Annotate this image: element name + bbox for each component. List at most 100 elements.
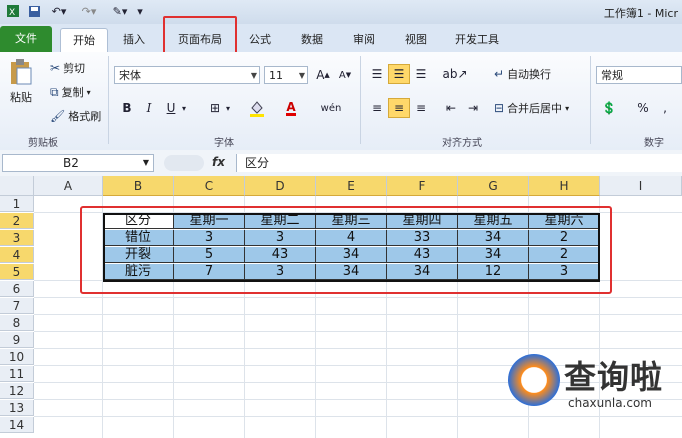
row-header[interactable]: 6 [0, 281, 34, 297]
select-all-corner[interactable] [0, 176, 34, 196]
tab-insert[interactable]: 插入 [112, 28, 156, 52]
font-name-select[interactable]: 宋体 ▼ [114, 66, 260, 84]
percent-button[interactable]: % [632, 98, 654, 118]
align-middle-icon[interactable]: ☰ [388, 64, 410, 84]
merge-center-button[interactable]: ⊟ 合并后居中 ▾ [494, 100, 569, 116]
table-cell[interactable]: 12 [458, 264, 529, 280]
grow-font-icon[interactable]: A ▲ [312, 65, 334, 85]
table-cell[interactable]: 2 [529, 247, 600, 263]
name-box[interactable]: B2 ▼ [2, 154, 154, 172]
underline-dropdown-icon[interactable]: ▾ [178, 98, 190, 118]
orientation-icon[interactable]: ab↗ [442, 64, 467, 84]
format-tool-icon[interactable]: ✎▾ [110, 3, 130, 19]
align-top-icon[interactable]: ☰ [366, 64, 388, 84]
table-cell[interactable]: 5 [174, 247, 245, 263]
table-header-cell[interactable]: 星期一 [174, 213, 245, 229]
column-header[interactable]: C [174, 176, 245, 196]
shrink-font-icon[interactable]: A ▼ [334, 65, 356, 85]
paste-button[interactable]: 粘贴 [8, 58, 34, 105]
table-header-cell[interactable]: 星期二 [245, 213, 316, 229]
table-cell[interactable]: 2 [529, 230, 600, 246]
currency-icon[interactable]: 💲 [598, 98, 620, 118]
window-title: 工作簿1 - Micr [603, 7, 678, 20]
row-header[interactable]: 10 [0, 349, 34, 365]
column-header[interactable]: G [458, 176, 529, 196]
undo-icon[interactable]: ↶▾ [48, 3, 70, 19]
table-cell[interactable]: 34 [316, 264, 387, 280]
save-icon[interactable] [26, 3, 42, 19]
table-header-cell[interactable]: 星期三 [316, 213, 387, 229]
align-center-icon[interactable]: ≡ [388, 98, 410, 118]
cut-button[interactable]: ✂ 剪切 [50, 60, 85, 76]
wrap-text-button[interactable]: ↵ 自动换行 [494, 66, 551, 82]
column-header[interactable]: H [529, 176, 600, 196]
font-color-icon[interactable]: A [280, 98, 302, 118]
tab-file[interactable]: 文件 [0, 26, 52, 52]
tab-developer[interactable]: 开发工具 [446, 28, 508, 52]
table-cell[interactable]: 34 [316, 247, 387, 263]
tab-data[interactable]: 数据 [290, 28, 334, 52]
table-cell[interactable]: 34 [458, 247, 529, 263]
font-size-select[interactable]: 11 ▼ [264, 66, 308, 84]
comma-button[interactable]: , [654, 98, 676, 118]
formula-input[interactable]: 区分 [236, 154, 682, 172]
column-header[interactable]: D [245, 176, 316, 196]
italic-button[interactable]: I [138, 98, 160, 118]
row-header[interactable]: 12 [0, 383, 34, 399]
row-header[interactable]: 11 [0, 366, 34, 382]
insert-function-button[interactable]: fx [212, 155, 225, 169]
tab-formulas[interactable]: 公式 [240, 28, 280, 52]
number-format-select[interactable]: 常规 [596, 66, 682, 84]
table-cell[interactable]: 7 [174, 264, 245, 280]
column-header[interactable]: E [316, 176, 387, 196]
row-header[interactable]: 13 [0, 400, 34, 416]
row-header[interactable]: 3 [0, 230, 34, 246]
row-header[interactable]: 4 [0, 247, 34, 263]
row-header[interactable]: 2 [0, 213, 34, 229]
table-cell[interactable]: 43 [245, 247, 316, 263]
bold-button[interactable]: B [116, 98, 138, 118]
row-header[interactable]: 14 [0, 417, 34, 433]
align-right-icon[interactable]: ≡ [410, 98, 432, 118]
redo-icon[interactable]: ↷▾ [78, 3, 100, 19]
borders-dropdown-icon[interactable]: ▾ [222, 98, 234, 118]
column-header[interactable]: B [103, 176, 174, 196]
table-cell[interactable]: 3 [245, 264, 316, 280]
format-painter-button[interactable]: 🖌 格式刷 [50, 108, 101, 124]
column-header[interactable]: I [600, 176, 682, 196]
row-header[interactable]: 7 [0, 298, 34, 314]
phonetic-icon[interactable]: wén [320, 98, 342, 118]
table-header-cell[interactable]: 星期五 [458, 213, 529, 229]
align-bottom-icon[interactable]: ☰ [410, 64, 432, 84]
increase-indent-icon[interactable]: ⇥ [462, 98, 484, 118]
table-cell[interactable]: 脏污 [103, 264, 174, 280]
fill-color-icon[interactable] [246, 98, 268, 118]
table-cell[interactable]: 33 [387, 230, 458, 246]
table-cell[interactable]: 43 [387, 247, 458, 263]
align-left-icon[interactable]: ≡ [366, 98, 388, 118]
row-header[interactable]: 9 [0, 332, 34, 348]
copy-button[interactable]: ⧉ 复制 ▾ [50, 84, 91, 100]
table-cell[interactable]: 3 [245, 230, 316, 246]
table-cell[interactable]: 错位 [103, 230, 174, 246]
tab-review[interactable]: 审阅 [342, 28, 386, 52]
table-header-cell[interactable]: 星期六 [529, 213, 600, 229]
row-header[interactable]: 1 [0, 196, 34, 212]
table-cell[interactable]: 3 [529, 264, 600, 280]
column-header[interactable]: F [387, 176, 458, 196]
table-cell[interactable]: 区分 [103, 213, 174, 229]
row-header[interactable]: 8 [0, 315, 34, 331]
scissors-icon: ✂ [50, 61, 61, 75]
tab-home[interactable]: 开始 [60, 28, 108, 53]
tab-view[interactable]: 视图 [394, 28, 438, 52]
table-cell[interactable]: 34 [387, 264, 458, 280]
customize-icon[interactable]: ▾ [134, 3, 146, 19]
table-cell[interactable]: 34 [458, 230, 529, 246]
row-header[interactable]: 5 [0, 264, 34, 280]
table-cell[interactable]: 4 [316, 230, 387, 246]
table-cell[interactable]: 开裂 [103, 247, 174, 263]
table-header-cell[interactable]: 星期四 [387, 213, 458, 229]
decrease-indent-icon[interactable]: ⇤ [440, 98, 462, 118]
table-cell[interactable]: 3 [174, 230, 245, 246]
column-header[interactable]: A [34, 176, 103, 196]
